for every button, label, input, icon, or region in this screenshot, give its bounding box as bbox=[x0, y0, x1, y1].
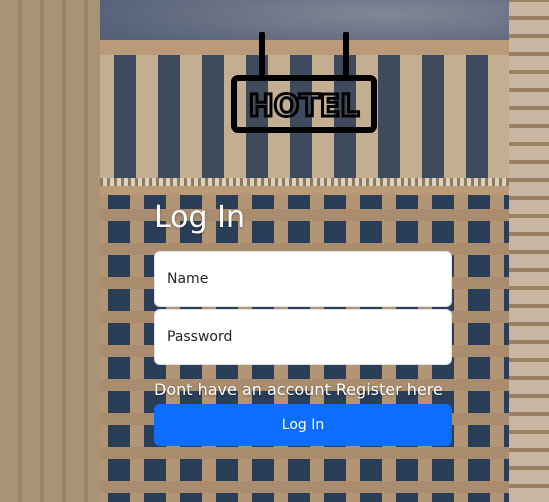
register-link[interactable]: Dont have an account Register here bbox=[154, 379, 443, 401]
password-input[interactable] bbox=[154, 309, 452, 365]
name-input[interactable] bbox=[154, 251, 452, 307]
hotel-sign-text: HOTEL bbox=[249, 89, 360, 124]
page-title: Log In bbox=[154, 200, 245, 235]
hotel-sign-icon: HOTEL bbox=[226, 31, 382, 136]
login-button[interactable]: Log In bbox=[154, 404, 452, 446]
